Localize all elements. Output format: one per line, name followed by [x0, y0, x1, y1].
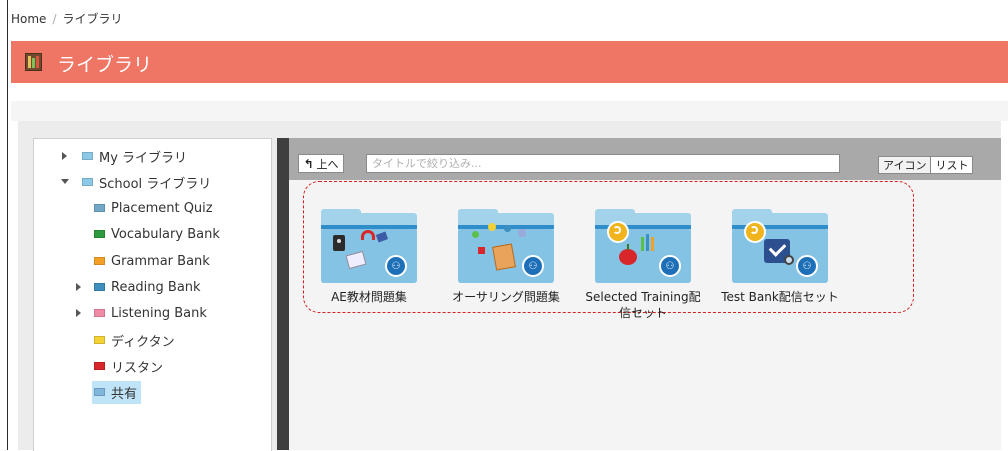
- file-label: Selected Training配信セット: [585, 290, 701, 320]
- header-spacer: [11, 101, 1008, 121]
- up-button[interactable]: ↰ 上へ: [298, 154, 344, 173]
- icon-view-button[interactable]: アイコン: [878, 156, 932, 174]
- tree-item-listening-bank[interactable]: Listening Bank: [76, 303, 207, 323]
- list-view-button[interactable]: リスト: [931, 156, 974, 174]
- page-header: ライブラリ: [11, 41, 1008, 83]
- tree-item-label: Vocabulary Bank: [111, 226, 220, 242]
- breadcrumb: Home / ライブラリ: [11, 10, 123, 27]
- shared-badge-icon: ⚇: [659, 255, 681, 277]
- tree-item-label: ディクタン: [111, 334, 175, 350]
- tree-item-shared[interactable]: 共有: [92, 380, 142, 404]
- tree-item-grammar-bank[interactable]: Grammar Bank: [94, 251, 210, 271]
- file-label: AE教材問題集: [331, 290, 407, 304]
- page-title: ライブラリ: [57, 54, 153, 76]
- file-item-ae-question-set[interactable]: ⚇ AE教材問題集: [309, 209, 429, 305]
- view-toggle: アイコン リスト: [878, 156, 974, 174]
- up-arrow-icon: ↰: [303, 156, 314, 171]
- folder-icon: [82, 178, 93, 186]
- panel-splitter[interactable]: [277, 138, 289, 450]
- tree-item-label: Reading Bank: [111, 279, 201, 295]
- collapse-arrow-icon[interactable]: [61, 179, 69, 184]
- shared-folder-icon: ⚇: [595, 209, 691, 283]
- folder-icon: [94, 336, 105, 344]
- folder-icon: [94, 283, 105, 291]
- tree-item-school-library[interactable]: School ライブラリ: [61, 172, 212, 192]
- expand-arrow-icon[interactable]: [76, 283, 81, 291]
- bookshelf-icon: [25, 53, 42, 71]
- breadcrumb-current: ライブラリ: [62, 12, 123, 26]
- tree-item-label: School ライブラリ: [99, 176, 212, 192]
- file-label: オーサリング問題集: [452, 290, 560, 304]
- shared-badge-icon: ⚇: [385, 255, 407, 277]
- folder-icon: [94, 309, 105, 317]
- tree-item-label: リスタン: [111, 360, 164, 376]
- expand-arrow-icon[interactable]: [76, 309, 81, 317]
- shared-folder-icon: ⚇: [458, 209, 554, 283]
- tree-item-label: Listening Bank: [111, 305, 207, 321]
- folder-icon: [94, 204, 105, 212]
- tree-item-label: 共有: [111, 386, 138, 402]
- shared-badge-icon: ⚇: [796, 255, 818, 277]
- folder-icon: [94, 230, 105, 238]
- breadcrumb-home-link[interactable]: Home: [11, 12, 46, 26]
- file-item-test-bank-set[interactable]: ⚇ Test Bank配信セット: [720, 209, 840, 305]
- shared-folder-icon: ⚇: [732, 209, 828, 283]
- tree-item-placement-quiz[interactable]: Placement Quiz: [94, 198, 213, 218]
- folder-icon: [94, 362, 105, 370]
- file-label: Test Bank配信セット: [721, 290, 839, 304]
- tree-item-label: My ライブラリ: [99, 150, 188, 166]
- tree-item-label: Placement Quiz: [111, 200, 213, 216]
- folder-icon: [94, 257, 105, 265]
- breadcrumb-separator: /: [52, 12, 57, 26]
- title-filter-input[interactable]: [366, 154, 840, 173]
- tree-item-dictan[interactable]: ディクタン: [94, 330, 175, 350]
- expand-arrow-icon[interactable]: [62, 152, 67, 160]
- tree-item-my-library[interactable]: My ライブラリ: [62, 146, 187, 166]
- folder-icon: [82, 152, 93, 160]
- up-button-label: 上へ: [316, 157, 339, 171]
- tree-item-label: Grammar Bank: [111, 253, 210, 269]
- tree-item-listan[interactable]: リスタン: [94, 356, 163, 376]
- folder-icon: [94, 388, 105, 396]
- tree-item-reading-bank[interactable]: Reading Bank: [76, 277, 201, 297]
- file-item-selected-training-set[interactable]: ⚇ Selected Training配信セット: [583, 209, 703, 321]
- shared-badge-icon: ⚇: [522, 255, 544, 277]
- shared-folder-icon: ⚇: [321, 209, 417, 283]
- file-item-authoring-question-set[interactable]: ⚇ オーサリング問題集: [446, 209, 566, 305]
- tree-item-vocabulary-bank[interactable]: Vocabulary Bank: [94, 224, 220, 244]
